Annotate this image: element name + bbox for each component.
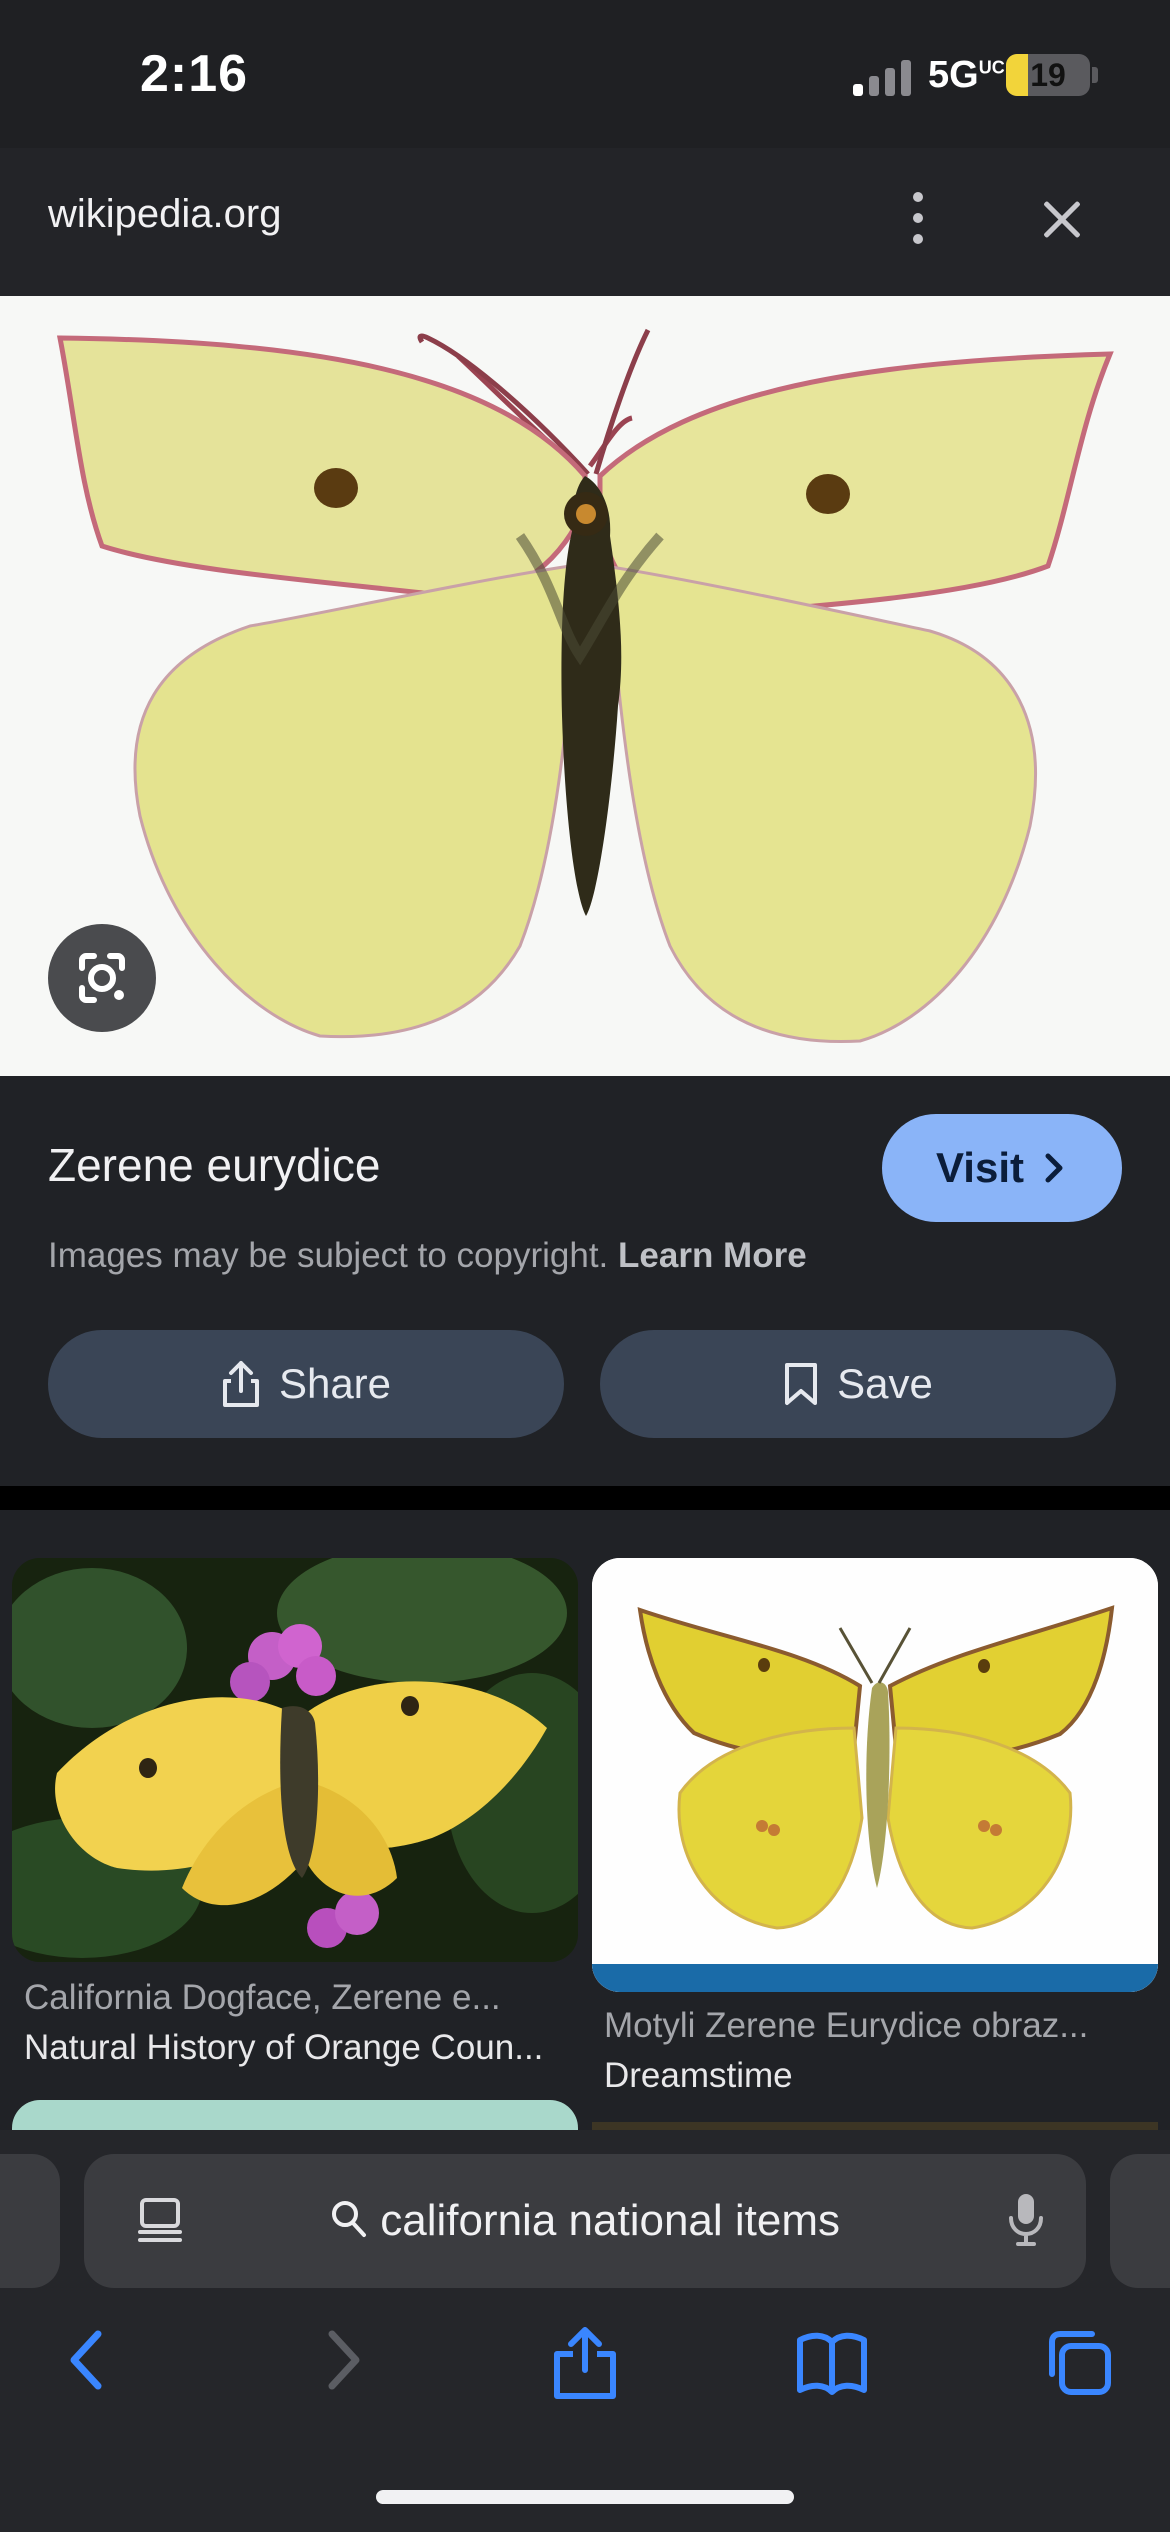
share-label: Share — [278, 1360, 392, 1407]
related-source-1-text[interactable]: Natural History of Orange Coun... — [24, 2028, 564, 2068]
save-button[interactable]: Save — [600, 1330, 1116, 1438]
viewer-header: wikipedia.org — [0, 148, 1170, 296]
next-tab-peek[interactable] — [1110, 2154, 1170, 2288]
copyright-notice: Images may be subject to copyright. Lear… — [48, 1236, 807, 1276]
visit-button[interactable]: Visit — [882, 1114, 1122, 1222]
status-bar: 2:16 5GUC 19 — [0, 0, 1170, 148]
status-time: 2:16 — [140, 45, 249, 103]
related-image-1[interactable] — [12, 1558, 578, 1962]
lens-icon — [79, 953, 125, 1003]
save-label: Save — [837, 1360, 933, 1407]
previous-tab-peek[interactable] — [0, 2154, 60, 2288]
share-icon — [222, 1361, 259, 1407]
bookmarks-icon[interactable] — [792, 2322, 872, 2402]
battery-icon: 19 — [1006, 54, 1090, 96]
learn-more-link[interactable]: Learn More — [618, 1236, 807, 1275]
home-indicator[interactable] — [376, 2490, 794, 2504]
network-type: 5GUC — [928, 54, 1005, 96]
butterfly-illustration — [0, 296, 1170, 1076]
related-image-3-peek[interactable] — [12, 2100, 578, 2130]
forward-icon[interactable] — [302, 2322, 382, 2402]
battery-level: 19 — [1030, 57, 1066, 93]
related-title-2[interactable]: Motyli Zerene Eurydice obraz... — [604, 2006, 1144, 2046]
close-icon[interactable] — [1030, 188, 1094, 252]
related-image-2[interactable] — [592, 1558, 1158, 1992]
related-results: California Dogface, Zerene e... Dreamsti… — [0, 1510, 1170, 2130]
battery-tip — [1092, 67, 1098, 83]
butterfly-stock-thumbnail — [592, 1558, 1158, 1992]
related-image-4-peek[interactable] — [592, 2122, 1158, 2130]
share-button[interactable]: Share — [48, 1330, 564, 1438]
chevron-right-icon — [1045, 1153, 1063, 1183]
related-source-2[interactable]: Dreamstime — [604, 2056, 1144, 2096]
source-domain[interactable]: wikipedia.org — [48, 192, 281, 237]
result-title: Zerene eurydice — [48, 1139, 381, 1191]
butterfly-flower-thumbnail — [12, 1558, 578, 1962]
browser-share-icon[interactable] — [545, 2322, 625, 2402]
signal-icon — [853, 58, 917, 96]
tabs-icon[interactable] — [1040, 2322, 1120, 2402]
back-icon[interactable] — [48, 2322, 128, 2402]
related-title-1[interactable]: California Dogface, Zerene e... — [24, 1978, 564, 2018]
address-bar[interactable]: california national items — [84, 2154, 1086, 2288]
result-info-panel: Zerene eurydice Visit Images may be subj… — [0, 1076, 1170, 1486]
address-text[interactable]: california national items — [84, 2196, 1086, 2246]
microphone-icon[interactable] — [1006, 2190, 1046, 2250]
lens-button[interactable] — [48, 924, 156, 1032]
visit-label: Visit — [936, 1144, 1024, 1191]
more-options-icon[interactable] — [888, 188, 948, 248]
hero-image[interactable] — [0, 296, 1170, 1076]
search-query: california national items — [380, 2196, 841, 2245]
bookmark-icon — [785, 1363, 818, 1405]
copyright-text: Images may be subject to copyright. — [48, 1236, 609, 1275]
section-divider — [0, 1486, 1170, 1510]
search-icon — [331, 2201, 366, 2237]
